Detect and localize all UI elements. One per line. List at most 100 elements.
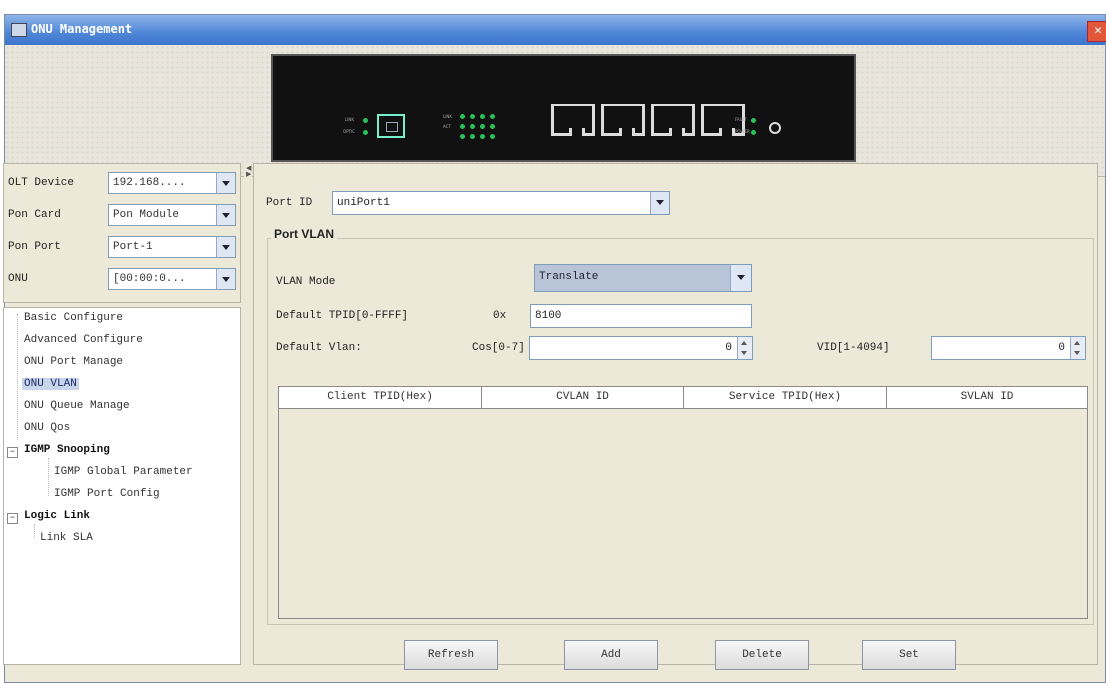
desktop-strip (0, 0, 1106, 14)
led-icon (460, 114, 465, 119)
column-header-svlan-id[interactable]: SVLAN ID (887, 387, 1087, 408)
ethernet-port-icon (651, 104, 695, 136)
close-icon[interactable]: ✕ (1087, 21, 1106, 42)
port-id-label: Port ID (266, 197, 313, 209)
tree-item-onu-vlan[interactable]: ONU VLAN (22, 378, 79, 390)
vlan-translation-table[interactable]: Client TPID(Hex) CVLAN ID Service TPID(H… (278, 386, 1088, 619)
reset-button-icon (769, 122, 781, 134)
led-icon (480, 134, 485, 139)
collapse-icon[interactable]: − (7, 513, 18, 524)
chevron-down-icon[interactable] (216, 173, 235, 193)
tree-item-igmp-port-config[interactable]: IGMP Port Config (54, 488, 160, 500)
tree-line (48, 458, 49, 496)
led-icon (470, 114, 475, 119)
hex-prefix-label: 0x (493, 310, 507, 322)
chevron-down-icon[interactable] (650, 192, 669, 214)
pon-card-row: Pon Card Pon Module (8, 204, 238, 228)
cos-label: Cos[0-7] (472, 342, 525, 354)
pon-port-value: Port-1 (113, 241, 153, 253)
olt-device-select[interactable]: 192.168.... (108, 172, 236, 194)
spinner-arrows-icon[interactable] (737, 337, 752, 359)
tree-item-onu-port-manage[interactable]: ONU Port Manage (24, 356, 123, 368)
collapse-left-icon[interactable]: ◀ ▶ (246, 166, 251, 179)
led-icon (751, 130, 756, 135)
add-button[interactable]: Add (564, 640, 658, 670)
window-title: ONU Management (31, 22, 133, 36)
led-icon (490, 114, 495, 119)
default-vlan-label: Default Vlan: (276, 342, 362, 354)
led-icon (470, 134, 475, 139)
olt-device-row: OLT Device 192.168.... (8, 172, 238, 196)
olt-device-value: 192.168.... (113, 177, 186, 189)
onu-device-image: LINK OPTIC LINK ACT FAULT POWER (271, 54, 856, 162)
onu-row: ONU [00:00:0... (8, 268, 238, 292)
column-header-cvlan-id[interactable]: CVLAN ID (482, 387, 684, 408)
led-icon (751, 118, 756, 123)
vid-label: VID[1-4094] (817, 342, 890, 354)
ethernet-port-icon (601, 104, 645, 136)
onu-value: [00:00:0... (113, 273, 186, 285)
pon-port-row: Pon Port Port-1 (8, 236, 238, 260)
tree-item-logic-link[interactable]: Logic Link (24, 510, 90, 522)
port-id-select[interactable]: uniPort1 (332, 191, 670, 215)
onu-select[interactable]: [00:00:0... (108, 268, 236, 290)
chevron-down-icon[interactable] (216, 237, 235, 257)
pon-port-select[interactable]: Port-1 (108, 236, 236, 258)
default-tpid-label: Default TPID[0-FFFF] (276, 310, 409, 322)
title-bar: ONU Management ✕ (5, 15, 1106, 45)
led-icon (480, 124, 485, 129)
pon-port-label: Pon Port (8, 241, 61, 253)
led-icon (460, 124, 465, 129)
led-icon (363, 130, 368, 135)
led-icon (480, 114, 485, 119)
set-button[interactable]: Set (862, 640, 956, 670)
pon-card-select[interactable]: Pon Module (108, 204, 236, 226)
ethernet-port-icon (551, 104, 595, 136)
tree-line (17, 314, 18, 440)
led-icon (490, 124, 495, 129)
led-icon (363, 118, 368, 123)
tree-item-onu-qos[interactable]: ONU Qos (24, 422, 70, 434)
collapse-icon[interactable]: − (7, 447, 18, 458)
refresh-button[interactable]: Refresh (404, 640, 498, 670)
vid-spinner[interactable]: 0 (931, 336, 1086, 360)
app-icon (11, 23, 27, 37)
device-banner: LINK OPTIC LINK ACT FAULT POWER (5, 45, 1105, 177)
tree-item-igmp-global-parameter[interactable]: IGMP Global Parameter (54, 466, 193, 478)
panel-splitter[interactable]: ◀ ▶ (244, 163, 252, 668)
vid-value: 0 (1058, 342, 1065, 354)
tree-item-igmp-snooping[interactable]: IGMP Snooping (24, 444, 110, 456)
tree-item-onu-queue-manage[interactable]: ONU Queue Manage (24, 400, 130, 412)
table-header: Client TPID(Hex) CVLAN ID Service TPID(H… (279, 387, 1087, 409)
delete-button[interactable]: Delete (715, 640, 809, 670)
cos-value: 0 (725, 342, 732, 354)
led-icon (470, 124, 475, 129)
olt-device-label: OLT Device (8, 177, 75, 189)
port-id-value: uniPort1 (337, 197, 390, 209)
cos-spinner[interactable]: 0 (529, 336, 753, 360)
tree-item-basic-configure[interactable]: Basic Configure (24, 312, 123, 324)
led-icon (460, 134, 465, 139)
vlan-mode-select[interactable]: Translate (534, 264, 752, 292)
onu-label: ONU (8, 273, 28, 285)
chevron-down-icon[interactable] (216, 269, 235, 289)
tree-item-link-sla[interactable]: Link SLA (40, 532, 93, 544)
default-tpid-value: 8100 (535, 310, 562, 322)
chevron-down-icon[interactable] (730, 265, 751, 291)
port-vlan-title: Port VLAN (271, 227, 337, 241)
pon-card-label: Pon Card (8, 209, 61, 221)
column-header-service-tpid[interactable]: Service TPID(Hex) (684, 387, 887, 408)
tree-item-advanced-configure[interactable]: Advanced Configure (24, 334, 143, 346)
device-selector: OLT Device 192.168.... Pon Card Pon Modu… (3, 163, 241, 303)
tree-line (34, 524, 35, 538)
onu-vlan-panel: Port ID uniPort1 Port VLAN VLAN Mode Tra… (253, 163, 1098, 670)
pon-card-value: Pon Module (113, 209, 180, 221)
column-header-client-tpid[interactable]: Client TPID(Hex) (279, 387, 482, 408)
pon-port-icon (377, 114, 405, 138)
spinner-arrows-icon[interactable] (1070, 337, 1085, 359)
led-icon (490, 134, 495, 139)
default-tpid-input[interactable]: 8100 (530, 304, 752, 328)
chevron-down-icon[interactable] (216, 205, 235, 225)
left-panel: OLT Device 192.168.... Pon Card Pon Modu… (3, 163, 241, 665)
vlan-mode-value: Translate (539, 271, 599, 283)
